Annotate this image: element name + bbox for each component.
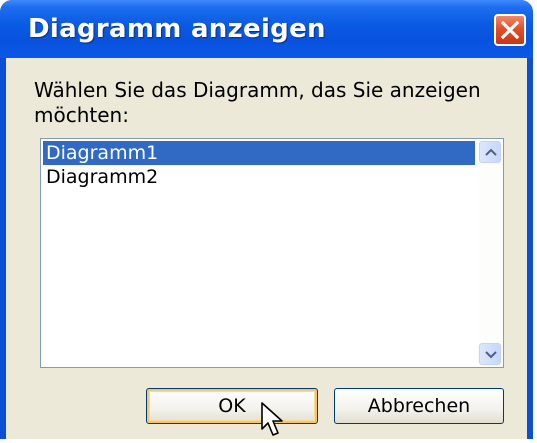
window-title: Diagramm anzeigen xyxy=(28,14,326,44)
title-bar[interactable]: Diagramm anzeigen xyxy=(0,0,533,58)
prompt-label: Wählen Sie das Diagramm, das Sie anzeige… xyxy=(34,78,481,127)
vertical-scrollbar[interactable] xyxy=(478,140,502,366)
ok-button[interactable]: OK xyxy=(146,388,318,424)
close-button[interactable] xyxy=(494,14,526,46)
mouse-pointer-icon xyxy=(261,402,291,443)
list-item[interactable]: Diagramm2 xyxy=(43,165,475,189)
scroll-down-button[interactable] xyxy=(479,343,501,365)
cancel-button[interactable]: Abbrechen xyxy=(334,388,504,424)
list-item[interactable]: Diagramm1 xyxy=(43,141,475,165)
scroll-up-button[interactable] xyxy=(479,141,501,163)
chart-listbox[interactable]: Diagramm1 Diagramm2 xyxy=(40,138,504,368)
dialog-body: Wählen Sie das Diagramm, das Sie anzeige… xyxy=(6,58,527,439)
dialog-window: Diagramm anzeigen Wählen Sie das Diagram… xyxy=(0,0,533,439)
